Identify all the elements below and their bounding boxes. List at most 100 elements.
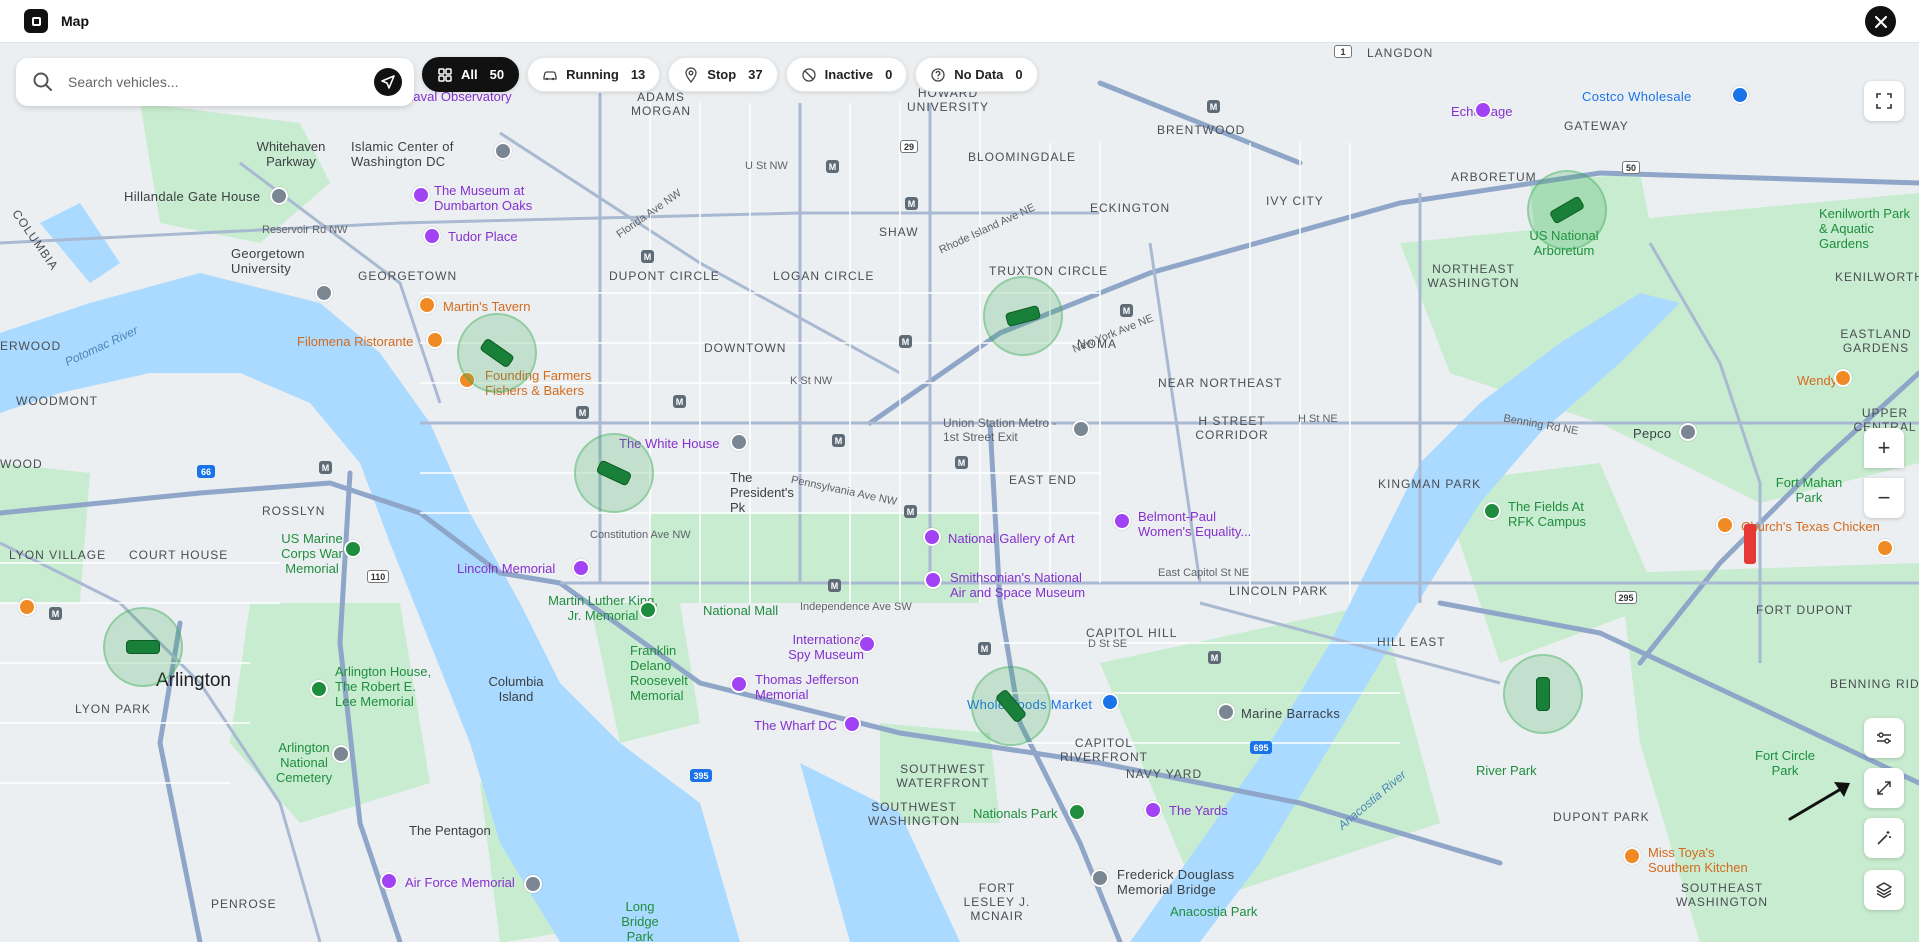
magic-wand-button[interactable] (1864, 818, 1904, 858)
poi-label: Georgetown University (231, 246, 305, 276)
filter-stop[interactable]: Stop 37 (668, 57, 778, 92)
vehicle-marker-stopped[interactable] (1744, 524, 1756, 564)
memorial-icon[interactable] (730, 675, 748, 693)
park-label: National Mall (703, 603, 779, 618)
map-label: KENILWORTH (1835, 270, 1919, 284)
school-icon[interactable] (315, 284, 333, 302)
filter-inactive[interactable]: Inactive 0 (785, 57, 908, 92)
filter-all[interactable]: All 50 (422, 57, 520, 92)
vehicle-marker-running[interactable] (103, 607, 183, 687)
memorial-icon[interactable] (344, 540, 362, 558)
highway-shield: 395 (690, 769, 712, 782)
title-bar: Map (0, 0, 1919, 43)
vehicle-marker-running[interactable] (457, 313, 537, 393)
restaurant-icon[interactable] (1834, 369, 1852, 387)
restaurant-icon[interactable] (18, 598, 36, 616)
park-label: Anacostia Park (1170, 904, 1258, 919)
restaurant-icon[interactable] (1716, 516, 1734, 534)
metro-icon[interactable]: M (576, 406, 589, 419)
metro-icon[interactable]: M (978, 642, 991, 655)
restaurant-icon[interactable] (426, 331, 444, 349)
filter-running[interactable]: Running 13 (527, 57, 661, 92)
stadium-icon[interactable] (1068, 803, 1086, 821)
expand-button[interactable] (1864, 768, 1904, 808)
street-label: H St NE (1298, 413, 1338, 425)
vehicle-marker-running[interactable] (1503, 654, 1583, 734)
vehicle-marker-running[interactable] (1527, 170, 1607, 250)
memorial-icon[interactable] (639, 601, 657, 619)
vehicle-marker-running[interactable] (574, 433, 654, 513)
poi-label: Belmont-Paul Women's Equality... (1138, 509, 1252, 539)
restaurant-icon[interactable] (1623, 847, 1641, 865)
layers-button[interactable] (1864, 870, 1904, 910)
park-label: Fort Circle Park (1755, 748, 1815, 778)
metro-icon[interactable]: M (319, 461, 332, 474)
fullscreen-button[interactable] (1864, 81, 1904, 121)
poi-label: Smithsonian's National Air and Space Mus… (950, 570, 1086, 600)
vehicle-marker-running[interactable] (971, 666, 1051, 746)
metro-icon[interactable]: M (641, 250, 654, 263)
metro-icon[interactable]: M (1208, 651, 1221, 664)
landmark-icon[interactable] (730, 433, 748, 451)
layers-icon (1876, 882, 1892, 899)
metro-icon[interactable]: M (899, 335, 912, 348)
minus-icon: − (1877, 485, 1891, 510)
metro-icon[interactable]: M (955, 456, 968, 469)
car-icon (543, 70, 557, 80)
filter-count: 0 (885, 67, 893, 82)
museum-icon[interactable] (923, 528, 941, 546)
zoom-out-button[interactable]: − (1864, 478, 1904, 518)
street-label: D St SE (1088, 638, 1128, 650)
landmark-icon[interactable] (1091, 869, 1109, 887)
filter-no-data[interactable]: No Data 0 (915, 57, 1038, 92)
metro-icon[interactable]: M (1207, 100, 1220, 113)
museum-icon[interactable] (924, 571, 942, 589)
zoom-in-button[interactable]: + (1864, 428, 1904, 468)
street-label: Reservoir Rd NW (262, 224, 348, 236)
landmark-icon[interactable] (1217, 703, 1235, 721)
metro-icon[interactable]: M (1120, 304, 1133, 317)
restaurant-icon[interactable] (418, 296, 436, 314)
filter-settings-button[interactable] (1864, 718, 1904, 758)
park-label: The Fields At RFK Campus (1508, 499, 1587, 529)
memorial-icon[interactable] (572, 559, 590, 577)
metro-icon[interactable]: M (828, 579, 841, 592)
landmark-icon[interactable] (270, 187, 288, 205)
music-venue-icon[interactable] (1474, 101, 1492, 119)
food-label: Miss Toya's Southern Kitchen (1648, 845, 1748, 875)
metro-icon[interactable]: M (673, 395, 686, 408)
close-button[interactable] (1865, 6, 1896, 37)
poi-label: Lincoln Memorial (457, 561, 556, 576)
museum-icon[interactable] (412, 186, 430, 204)
locate-button[interactable] (374, 68, 402, 96)
restaurant-icon[interactable] (1876, 539, 1894, 557)
memorial-icon[interactable] (310, 680, 328, 698)
cemetery-icon[interactable] (332, 745, 350, 763)
highway-shield: 29 (900, 140, 918, 153)
museum-icon[interactable] (423, 227, 441, 245)
search-input[interactable] (68, 74, 374, 90)
museum-icon[interactable] (858, 635, 876, 653)
metro-icon[interactable]: M (832, 434, 845, 447)
landmark-icon[interactable] (524, 875, 542, 893)
transit-icon[interactable] (1072, 420, 1090, 438)
museum-icon[interactable] (1144, 801, 1162, 819)
metro-icon[interactable]: M (826, 160, 839, 173)
metro-icon[interactable]: M (905, 197, 918, 210)
map-label: EAST END (1009, 473, 1077, 487)
mosque-icon[interactable] (494, 142, 512, 160)
museum-icon[interactable] (843, 715, 861, 733)
map-label: EASTLAND GARDENS (1840, 327, 1912, 355)
memorial-icon[interactable] (380, 872, 398, 890)
landmark-icon[interactable] (1679, 423, 1697, 441)
vehicle-marker-running[interactable] (983, 276, 1063, 356)
museum-icon[interactable] (1113, 512, 1131, 530)
shopping-icon[interactable] (1101, 693, 1119, 711)
food-label: Filomena Ristorante (297, 334, 414, 349)
metro-icon[interactable]: M (904, 505, 917, 518)
vehicle-search-bar (16, 58, 414, 106)
metro-icon[interactable]: M (49, 607, 62, 620)
map-canvas[interactable]: LANGDON HOWARD UNIVERSITY ADAMS MORGAN B… (0, 43, 1919, 942)
park-icon[interactable] (1483, 502, 1501, 520)
shopping-icon[interactable] (1731, 86, 1749, 104)
